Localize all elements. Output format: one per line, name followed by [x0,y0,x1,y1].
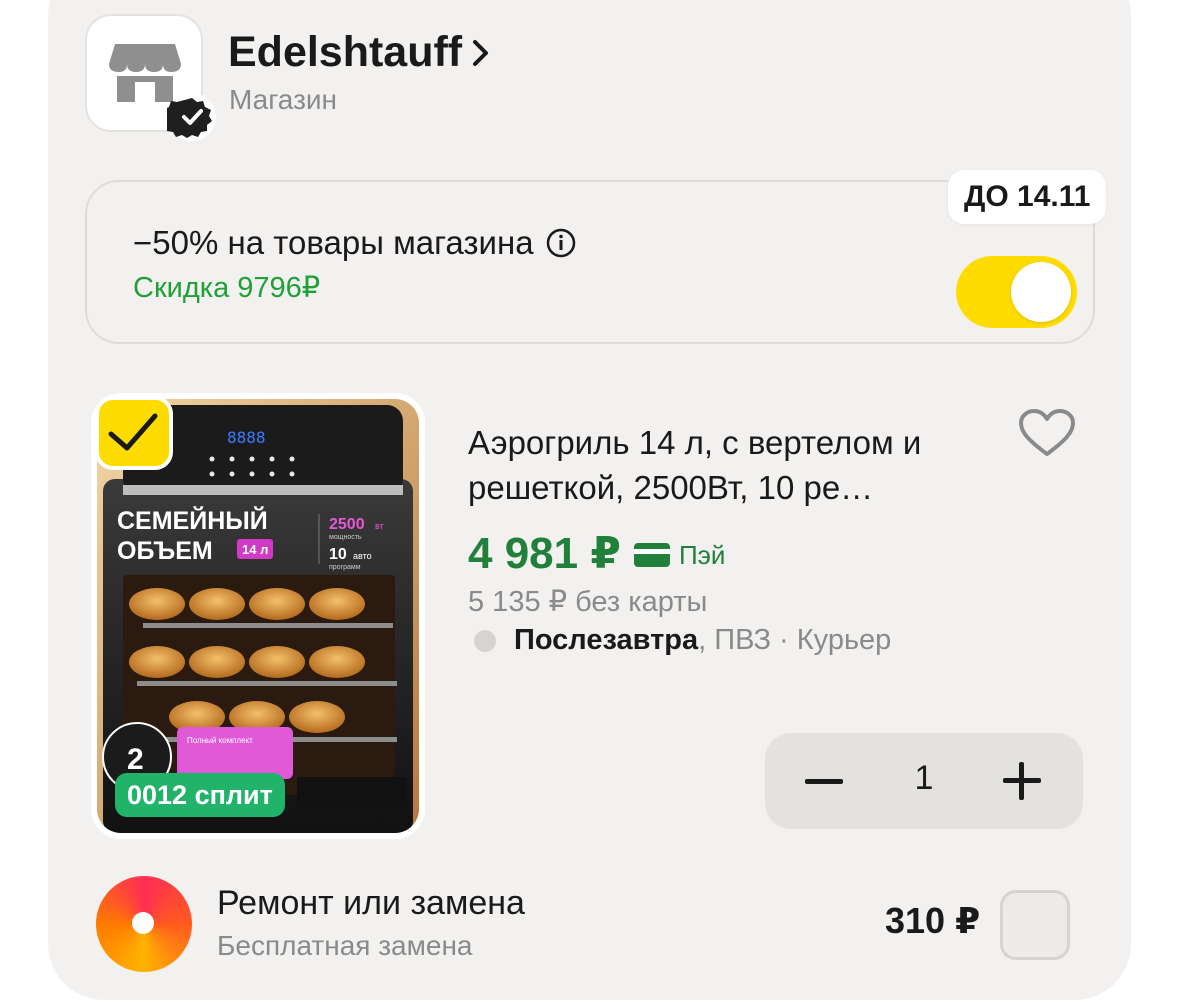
card-icon [633,543,670,567]
split-badge: 0012 сплит [115,773,285,817]
service-price: 310 ₽ [885,900,981,941]
image-programs: 10 [329,546,347,563]
image-power: 2500 [329,516,365,533]
pay-label-text: Пэй [678,539,726,570]
image-power-unit: вт [375,521,384,531]
store-name: Edelshtauff [228,28,463,76]
quantity-value: 1 [914,759,934,797]
image-warranty: 2 [127,743,144,776]
delivery-methods: , ПВЗ · Курьер [698,624,892,656]
image-volume: 14 л [242,542,268,557]
chevron-right-icon [473,39,489,66]
store-name-link[interactable]: Edelshtauff [228,28,490,77]
promo-title-text: −50% на товары магазина [133,224,534,261]
delivery-status-dot [474,629,496,652]
price-without-card: 5 135 ₽ без карты [468,586,708,618]
store-type: Магазин [229,84,338,115]
verified-badge-icon [167,93,216,141]
product-select-checkbox[interactable] [95,396,173,470]
delivery-info: Послезавтра, ПВЗ · Курьер [474,624,891,657]
info-icon[interactable] [546,228,576,258]
checkmark-icon [108,413,158,451]
plus-button[interactable] [1003,762,1041,800]
promo-box [85,180,1095,344]
image-programs-caption: программ [329,564,361,571]
service-subtitle: Бесплатная замена [217,930,473,961]
promo-discount: Скидка 9796₽ [133,272,321,304]
service-checkbox[interactable] [1000,890,1070,960]
image-kit: Полный комплект [187,736,253,745]
minus-button[interactable] [805,779,843,784]
image-programs-unit: авто [353,551,372,561]
image-power-caption: мощность [329,534,362,541]
service-title[interactable]: Ремонт или замена [217,884,525,923]
product-price: 4 981 ₽ [468,529,621,578]
image-line1: СЕМЕЙНЫЙ [117,505,268,535]
promo-title: −50% на товары магазина [133,224,576,262]
promo-deadline-badge: ДО 14.11 [948,170,1107,224]
heart-icon[interactable] [1018,408,1076,458]
service-logo-icon [96,876,192,972]
image-line2: ОБЪЕМ [117,537,213,565]
pay-label: Пэй [633,540,725,571]
product-title[interactable]: Аэрогриль 14 л, с вертелом и решеткой, 2… [468,420,998,510]
promo-toggle[interactable] [956,256,1077,328]
fryer-display: 8888 [227,428,266,447]
price-row: 4 981 ₽ Пэй [468,528,725,579]
toggle-knob [1011,262,1071,322]
delivery-date: Послезавтра [514,624,699,656]
quantity-stepper: 1 [765,733,1083,829]
